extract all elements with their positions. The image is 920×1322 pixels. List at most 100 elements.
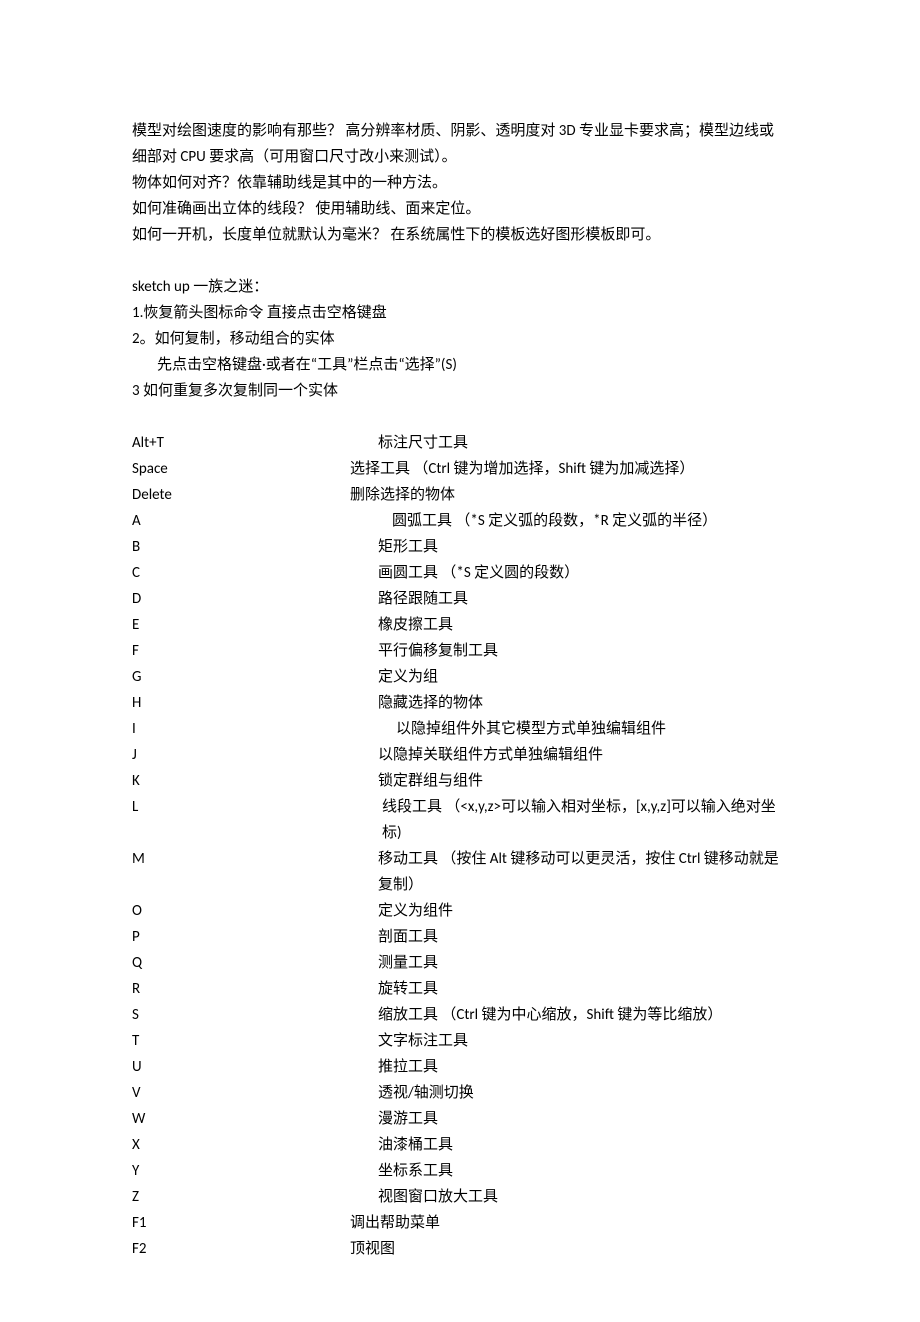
shortcut-key: R (132, 976, 378, 1002)
shortcut-description: 标注尺寸工具 (378, 430, 788, 456)
shortcut-description: 旋转工具 (378, 976, 788, 1002)
shortcut-row: R旋转工具 (132, 976, 788, 1002)
shortcut-description: 以隐掉组件外其它模型方式单独编辑组件 (378, 716, 788, 742)
shortcut-key: X (132, 1132, 378, 1158)
shortcut-row: T文字标注工具 (132, 1028, 788, 1054)
shortcut-description: 橡皮擦工具 (378, 612, 788, 638)
shortcut-row: U推拉工具 (132, 1054, 788, 1080)
shortcut-row: G定义为组 (132, 664, 788, 690)
blank-line (132, 248, 788, 274)
shortcut-description: 顶视图 (350, 1236, 788, 1262)
shortcut-description: 推拉工具 (378, 1054, 788, 1080)
tip-line: 1.恢复箭头图标命令 直接点击空格键盘 (132, 300, 788, 326)
shortcut-row: H隐藏选择的物体 (132, 690, 788, 716)
shortcut-row: P剖面工具 (132, 924, 788, 950)
shortcut-description: 线段工具 （<x,y,z>可以输入相对坐标，[x,y,z]可以输入绝对坐标) (378, 794, 788, 846)
shortcut-row: Alt+T标注尺寸工具 (132, 430, 788, 456)
paragraph: 模型对绘图速度的影响有那些？ 高分辨率材质、阴影、透明度对 3D 专业显卡要求高… (132, 118, 788, 170)
shortcut-key: M (132, 846, 378, 898)
shortcut-description: 坐标系工具 (378, 1158, 788, 1184)
shortcut-description: 路径跟随工具 (378, 586, 788, 612)
shortcut-key: Z (132, 1184, 378, 1210)
shortcut-row: I以隐掉组件外其它模型方式单独编辑组件 (132, 716, 788, 742)
shortcut-description: 以隐掉关联组件方式单独编辑组件 (378, 742, 788, 768)
paragraph: 物体如何对齐？依靠辅助线是其中的一种方法。 (132, 170, 788, 196)
shortcut-key: Alt+T (132, 430, 378, 456)
shortcut-row: B矩形工具 (132, 534, 788, 560)
shortcut-key: V (132, 1080, 378, 1106)
shortcut-description: 定义为组 (378, 664, 788, 690)
shortcut-row: Y坐标系工具 (132, 1158, 788, 1184)
shortcut-key: D (132, 586, 378, 612)
document-page: 模型对绘图速度的影响有那些？ 高分辨率材质、阴影、透明度对 3D 专业显卡要求高… (0, 0, 920, 1322)
shortcut-key: K (132, 768, 378, 794)
tip-line: 先点击空格键盘·或者在“工具”栏点击“选择”(S) (132, 352, 788, 378)
shortcut-description: 漫游工具 (378, 1106, 788, 1132)
shortcut-row: F2顶视图 (132, 1236, 788, 1262)
shortcut-description: 画圆工具 （*S 定义圆的段数） (378, 560, 788, 586)
shortcut-row: A圆弧工具 （*S 定义弧的段数，*R 定义弧的半径） (132, 508, 788, 534)
shortcut-key: F2 (132, 1236, 350, 1262)
shortcut-key: O (132, 898, 378, 924)
shortcut-key: U (132, 1054, 378, 1080)
shortcut-row: W漫游工具 (132, 1106, 788, 1132)
shortcut-row: D路径跟随工具 (132, 586, 788, 612)
shortcut-description: 移动工具 （按住 Alt 键移动可以更灵活，按住 Ctrl 键移动就是复制） (378, 846, 788, 898)
shortcut-description: 剖面工具 (378, 924, 788, 950)
shortcut-key: L (132, 794, 378, 846)
shortcut-key: B (132, 534, 378, 560)
tip-line: 3 如何重复多次复制同一个实体 (132, 378, 788, 404)
shortcut-description: 定义为组件 (378, 898, 788, 924)
shortcut-row: O定义为组件 (132, 898, 788, 924)
shortcut-key: Space (132, 456, 350, 482)
shortcut-row: E橡皮擦工具 (132, 612, 788, 638)
shortcut-key: J (132, 742, 378, 768)
shortcut-key: Delete (132, 482, 350, 508)
blank-line (132, 404, 788, 430)
shortcut-description: 平行偏移复制工具 (378, 638, 788, 664)
paragraph: 如何一开机，长度单位就默认为毫米？ 在系统属性下的模板选好图形模板即可。 (132, 222, 788, 248)
shortcut-row: F1调出帮助菜单 (132, 1210, 788, 1236)
shortcut-key: F (132, 638, 378, 664)
shortcut-description: 矩形工具 (378, 534, 788, 560)
shortcut-description: 选择工具 （Ctrl 键为增加选择，Shift 键为加减选择） (350, 456, 788, 482)
shortcut-key: P (132, 924, 378, 950)
shortcut-row: V透视/轴测切换 (132, 1080, 788, 1106)
shortcut-key: G (132, 664, 378, 690)
shortcut-description: 油漆桶工具 (378, 1132, 788, 1158)
shortcut-description: 隐藏选择的物体 (378, 690, 788, 716)
shortcut-key: W (132, 1106, 378, 1132)
shortcut-description: 圆弧工具 （*S 定义弧的段数，*R 定义弧的半径） (378, 508, 788, 534)
shortcut-row: J以隐掉关联组件方式单独编辑组件 (132, 742, 788, 768)
shortcut-key: F1 (132, 1210, 350, 1236)
shortcut-description: 调出帮助菜单 (350, 1210, 788, 1236)
shortcut-key: Q (132, 950, 378, 976)
paragraph: 如何准确画出立体的线段？ 使用辅助线、面来定位。 (132, 196, 788, 222)
shortcut-description: 文字标注工具 (378, 1028, 788, 1054)
shortcut-row: X油漆桶工具 (132, 1132, 788, 1158)
shortcut-row: K锁定群组与组件 (132, 768, 788, 794)
shortcut-key: S (132, 1002, 378, 1028)
shortcut-description: 透视/轴测切换 (378, 1080, 788, 1106)
shortcut-description: 缩放工具 （Ctrl 键为中心缩放，Shift 键为等比缩放） (378, 1002, 788, 1028)
shortcut-row: F平行偏移复制工具 (132, 638, 788, 664)
shortcut-row: Q测量工具 (132, 950, 788, 976)
shortcut-key: A (132, 508, 378, 534)
shortcut-row: Z视图窗口放大工具 (132, 1184, 788, 1210)
shortcut-row: C画圆工具 （*S 定义圆的段数） (132, 560, 788, 586)
shortcut-row: L线段工具 （<x,y,z>可以输入相对坐标，[x,y,z]可以输入绝对坐标) (132, 794, 788, 846)
shortcut-key: H (132, 690, 378, 716)
shortcut-description: 删除选择的物体 (350, 482, 788, 508)
shortcut-row: Space选择工具 （Ctrl 键为增加选择，Shift 键为加减选择） (132, 456, 788, 482)
tips-title: sketch up 一族之迷： (132, 274, 788, 300)
shortcut-list: Alt+T标注尺寸工具Space选择工具 （Ctrl 键为增加选择，Shift … (132, 430, 788, 1262)
shortcut-description: 测量工具 (378, 950, 788, 976)
shortcut-row: M移动工具 （按住 Alt 键移动可以更灵活，按住 Ctrl 键移动就是复制） (132, 846, 788, 898)
tip-line: 2。如何复制，移动组合的实体 (132, 326, 788, 352)
shortcut-row: S缩放工具 （Ctrl 键为中心缩放，Shift 键为等比缩放） (132, 1002, 788, 1028)
shortcut-key: T (132, 1028, 378, 1054)
shortcut-key: I (132, 716, 378, 742)
shortcut-key: E (132, 612, 378, 638)
shortcut-key: Y (132, 1158, 378, 1184)
shortcut-description: 锁定群组与组件 (378, 768, 788, 794)
